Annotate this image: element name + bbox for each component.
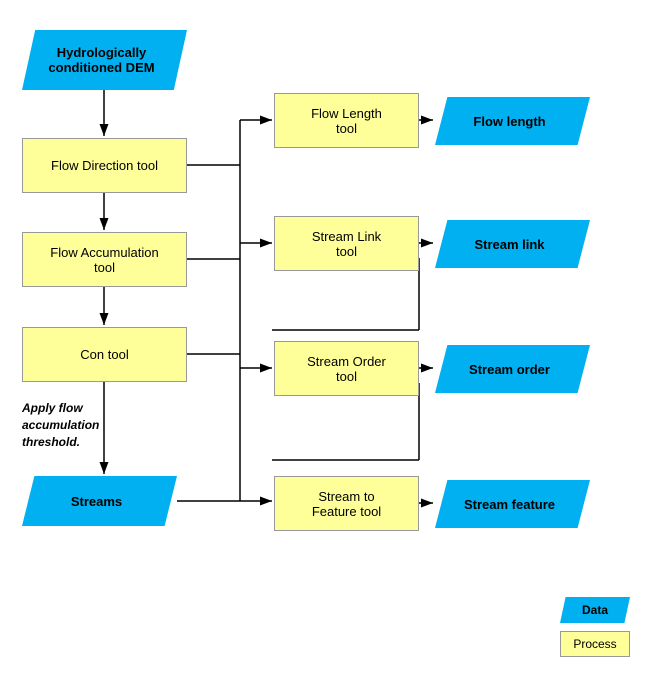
legend-data-shape: Data xyxy=(560,597,630,623)
stream-order-output-node: Stream order xyxy=(435,345,590,393)
annotation-text: Apply flow accumulation threshold. xyxy=(22,400,99,450)
legend: Data Process xyxy=(560,597,630,657)
legend-data-item: Data xyxy=(560,597,630,623)
flow-accumulation-tool-node: Flow Accumulation tool xyxy=(22,232,187,287)
stream-feature-tool-node: Stream to Feature tool xyxy=(274,476,419,531)
legend-process-shape: Process xyxy=(560,631,630,657)
con-tool-node: Con tool xyxy=(22,327,187,382)
stream-feature-output-node: Stream feature xyxy=(435,480,590,528)
stream-order-tool-node: Stream Order tool xyxy=(274,341,419,396)
hydro-dem-node: Hydrologically conditioned DEM xyxy=(22,30,187,90)
flow-length-output-node: Flow length xyxy=(435,97,590,145)
diagram-container: Hydrologically conditioned DEM Streams F… xyxy=(0,0,650,677)
stream-link-output-node: Stream link xyxy=(435,220,590,268)
stream-link-tool-node: Stream Link tool xyxy=(274,216,419,271)
flow-length-tool-node: Flow Length tool xyxy=(274,93,419,148)
streams-node: Streams xyxy=(22,476,177,526)
flow-direction-tool-node: Flow Direction tool xyxy=(22,138,187,193)
legend-process-item: Process xyxy=(560,631,630,657)
